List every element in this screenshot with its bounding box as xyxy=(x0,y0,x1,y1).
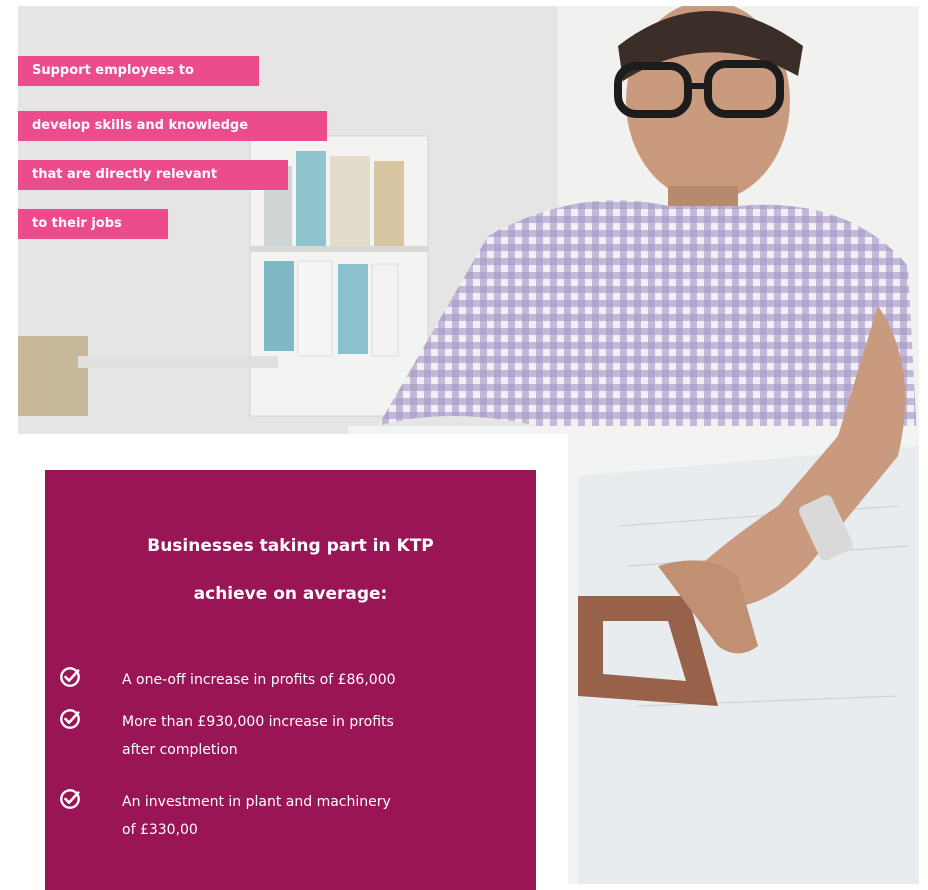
tagline-line-4: to their jobs xyxy=(18,209,168,239)
stats-card-title-line-1: Businesses taking part in KTP xyxy=(147,536,434,556)
check-circle-icon xyxy=(60,789,80,809)
tagline-line-2: develop skills and knowledge xyxy=(18,111,327,141)
tagline-line-3: that are directly relevant xyxy=(18,160,288,190)
stat-item: A one-off increase in profits of £86,000 xyxy=(59,666,519,696)
stats-list: A one-off increase in profits of £86,000… xyxy=(59,666,519,844)
stat-text-line-2: of £330,00 xyxy=(122,822,198,838)
stat-text-line-2: after completion xyxy=(122,742,238,758)
stat-text-line-1: A one-off increase in profits of £86,000 xyxy=(122,672,396,688)
stat-item: More than £930,000 increase in profits a… xyxy=(59,708,519,764)
stats-card: Businesses taking part in KTP achieve on… xyxy=(45,470,536,890)
stat-text-line-1: An investment in plant and machinery xyxy=(122,794,391,810)
check-circle-icon xyxy=(60,709,80,729)
check-circle-icon xyxy=(60,667,80,687)
stat-text-line-1: More than £930,000 increase in profits xyxy=(122,714,394,730)
stat-item: An investment in plant and machinery of … xyxy=(59,788,519,844)
stats-card-title-line-2: achieve on average: xyxy=(193,584,388,604)
tagline-line-1: Support employees to xyxy=(18,56,259,86)
